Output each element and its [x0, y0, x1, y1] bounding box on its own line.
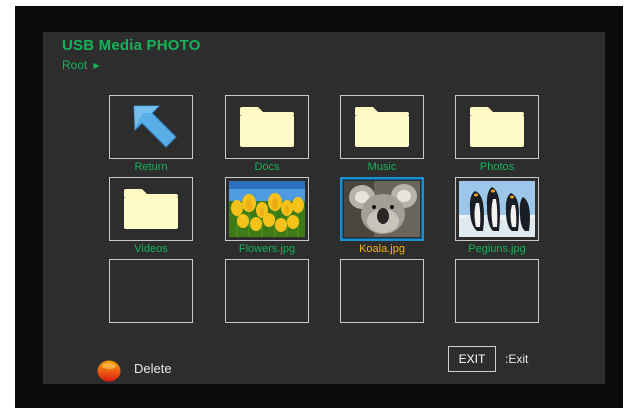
grid-item-empty[interactable]: [225, 259, 309, 323]
breadcrumb-arrow-icon: ▶: [93, 60, 100, 70]
grid-item-empty[interactable]: [109, 259, 193, 323]
delete-hint-label: Delete: [134, 361, 172, 376]
grid-item-return[interactable]: [109, 95, 193, 159]
exit-hint-label: :Exit: [505, 352, 529, 366]
grid-item-label: Flowers.jpg: [238, 243, 296, 255]
breadcrumb-root[interactable]: Root: [62, 58, 87, 72]
exit-button[interactable]: EXIT: [448, 346, 496, 372]
grid-item-label: Koala.jpg: [359, 243, 405, 255]
page-title: USB Media PHOTO: [62, 37, 201, 54]
grid-item-label: Videos: [134, 243, 168, 255]
penguins-thumbnail-icon: [459, 181, 535, 237]
grid-item-photos[interactable]: [455, 95, 539, 159]
flowers-thumbnail-icon: [229, 181, 305, 237]
folder-icon: [124, 189, 178, 229]
grid-item-label: Pegiuns.jpg: [468, 243, 526, 255]
grid-item-flowers[interactable]: [225, 177, 309, 241]
grid-item-videos[interactable]: [109, 177, 193, 241]
red-key-icon: [97, 360, 121, 382]
folder-icon: [355, 107, 409, 147]
breadcrumb[interactable]: Root ▶: [62, 58, 100, 72]
grid-item-music[interactable]: [340, 95, 424, 159]
grid-item-label: Music: [367, 161, 397, 173]
return-arrow-icon: [133, 105, 177, 148]
koala-thumbnail-icon: [344, 181, 420, 237]
grid-item-empty[interactable]: [455, 259, 539, 323]
folder-icon: [470, 107, 524, 147]
grid-item-docs[interactable]: [225, 95, 309, 159]
grid-item-koala[interactable]: [340, 177, 424, 241]
grid-item-penguins[interactable]: [455, 177, 539, 241]
grid-item-label: Docs: [254, 161, 280, 173]
folder-icon: [240, 107, 294, 147]
grid-item-label: Return: [134, 161, 168, 173]
grid-item-label: Photos: [479, 161, 515, 173]
grid-item-empty[interactable]: [340, 259, 424, 323]
